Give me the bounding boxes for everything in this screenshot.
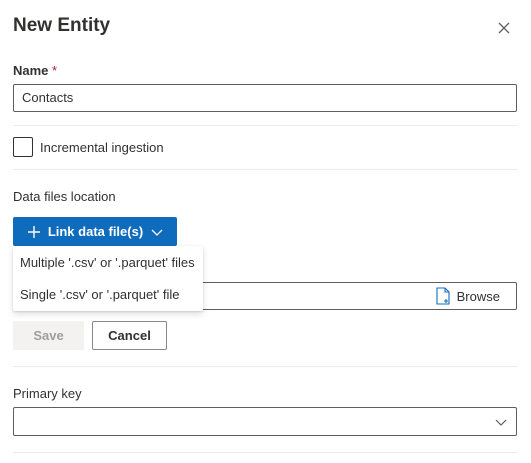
link-data-files-label: Link data file(s) <box>47 224 144 239</box>
data-files-location-label: Data files location <box>13 189 116 204</box>
dialog-title: New Entity <box>13 15 111 36</box>
cancel-button[interactable]: Cancel <box>92 321 167 350</box>
browse-label: Browse <box>456 288 500 304</box>
divider <box>13 169 517 170</box>
primary-key-label: Primary key <box>13 386 82 401</box>
close-button[interactable] <box>494 18 514 38</box>
close-icon <box>498 22 510 34</box>
name-input[interactable]: Contacts <box>13 84 517 112</box>
name-label: Name * <box>13 63 57 78</box>
incremental-ingestion-checkbox[interactable]: Incremental ingestion <box>13 137 164 157</box>
chevron-down-icon <box>495 419 507 426</box>
required-marker: * <box>52 63 58 78</box>
divider <box>13 125 517 126</box>
divider <box>13 452 517 453</box>
browse-button[interactable]: Browse <box>435 287 500 305</box>
link-data-files-menu: Multiple '.csv' or '.parquet' files Sing… <box>13 246 203 311</box>
name-label-text: Name <box>13 63 49 78</box>
save-button[interactable]: Save <box>13 321 84 350</box>
primary-key-select[interactable] <box>13 407 517 436</box>
link-data-files-button[interactable]: Link data file(s) <box>13 217 177 246</box>
menu-item-single-file[interactable]: Single '.csv' or '.parquet' file <box>13 279 203 311</box>
file-icon <box>436 287 450 305</box>
checkbox-box[interactable] <box>13 137 33 157</box>
menu-item-multiple-files[interactable]: Multiple '.csv' or '.parquet' files <box>13 247 203 279</box>
chevron-down-icon <box>151 229 163 236</box>
incremental-ingestion-label: Incremental ingestion <box>40 139 164 155</box>
divider <box>13 366 517 367</box>
plus-icon <box>27 225 40 238</box>
